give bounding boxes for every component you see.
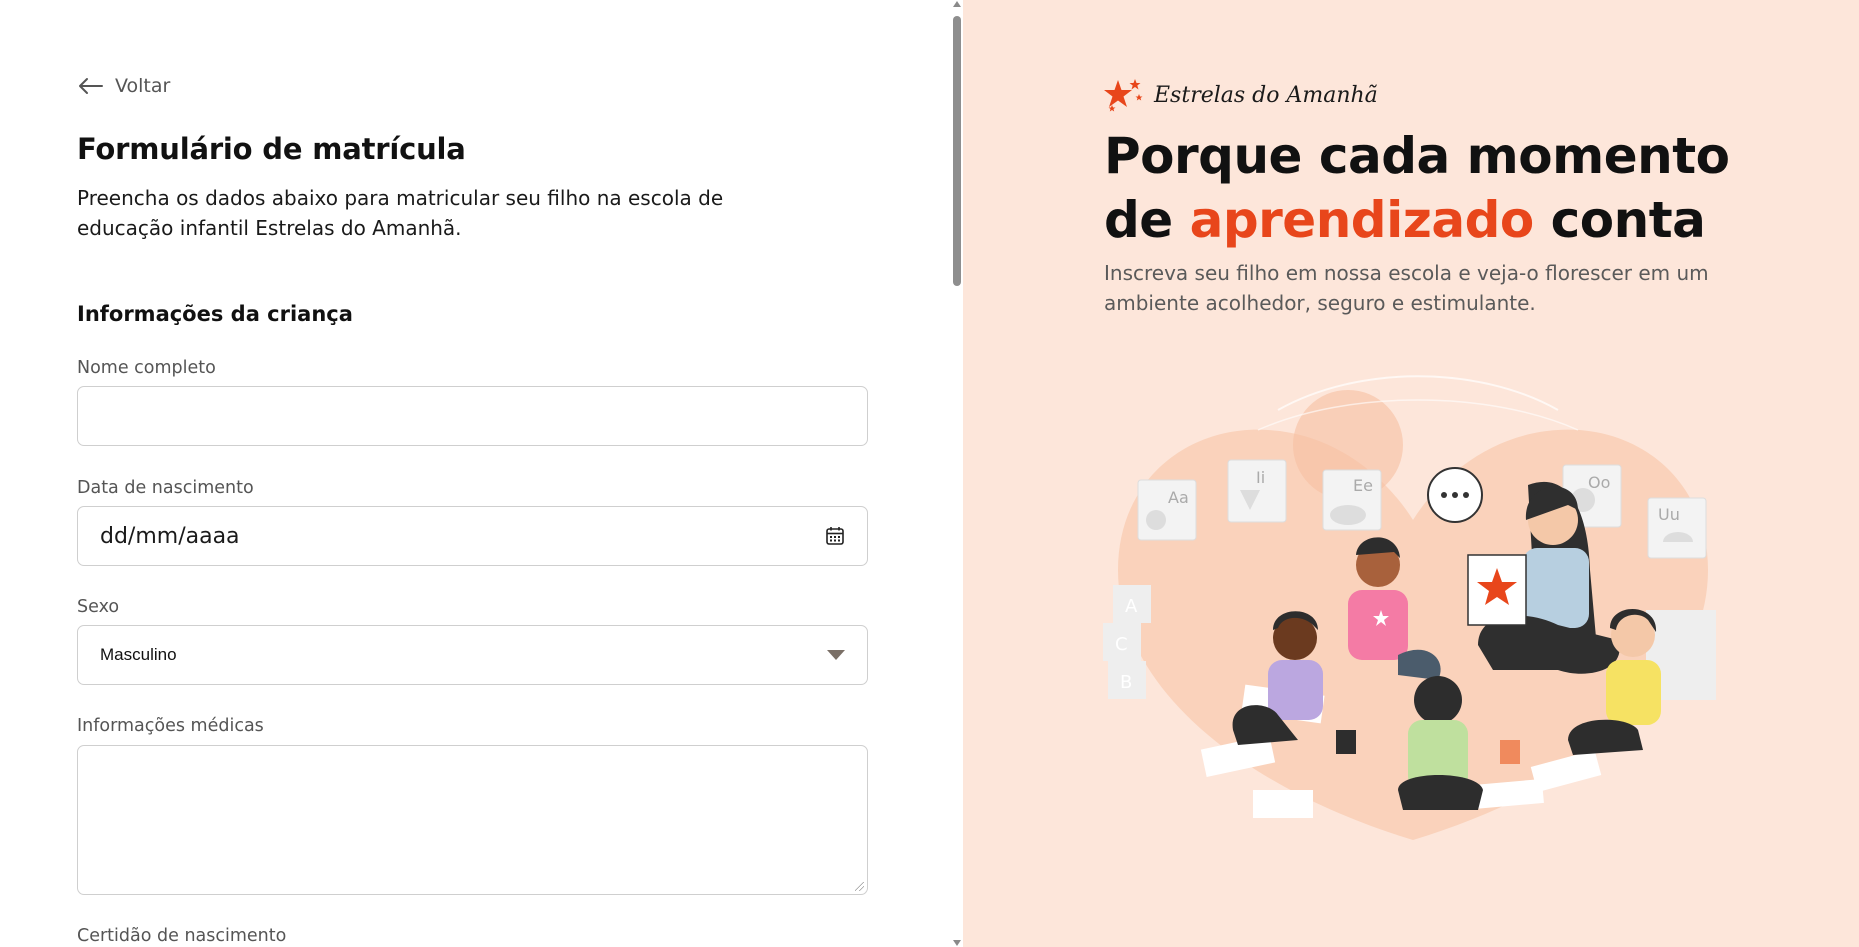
- calendar-icon[interactable]: [825, 526, 845, 546]
- chevron-down-icon: [827, 650, 845, 660]
- brand: Estrelas do Amanhã: [1104, 77, 1378, 113]
- medical-info-label: Informações médicas: [77, 716, 264, 736]
- back-link-label: Voltar: [115, 75, 171, 97]
- full-name-input[interactable]: [77, 386, 868, 446]
- classroom-illustration: Aa Ii Ee Oo Uu A C B: [1103, 375, 1716, 840]
- block-letter-a: A: [1125, 596, 1138, 617]
- section-title-child-info: Informações da criança: [77, 302, 353, 326]
- block-letter-b: B: [1120, 672, 1132, 693]
- enrollment-form-pane: Voltar Formulário de matrícula Preencha …: [0, 0, 951, 947]
- sex-select-value: Masculino: [100, 645, 177, 664]
- letter-card-ee: Ee: [1322, 469, 1382, 531]
- block-letter-c: C: [1115, 634, 1128, 655]
- letter-card-oo-text: Oo: [1588, 473, 1610, 492]
- full-name-label: Nome completo: [77, 358, 216, 378]
- hero-title-accent: aprendizado: [1189, 191, 1535, 249]
- letter-card-uu: Uu: [1647, 497, 1707, 559]
- sex-label: Sexo: [77, 597, 120, 617]
- letter-card-ee-text: Ee: [1353, 476, 1373, 495]
- hero-subtitle: Inscreva seu filho em nossa escola e vej…: [1104, 261, 1709, 315]
- scroll-down-icon[interactable]: [953, 940, 961, 946]
- brand-name: Estrelas do Amanhã: [1154, 82, 1378, 108]
- letter-card-aa-text: Aa: [1168, 488, 1189, 507]
- resize-handle-icon[interactable]: [855, 882, 864, 891]
- medical-info-textarea[interactable]: [77, 745, 868, 895]
- hero-title-part2: conta: [1533, 191, 1706, 249]
- stars-logo-icon: [1104, 79, 1143, 112]
- letter-card-aa: Aa: [1137, 479, 1197, 541]
- birth-date-input[interactable]: dd/mm/aaaa: [77, 506, 868, 566]
- letter-card-uu-text: Uu: [1658, 505, 1680, 524]
- form-description: Preencha os dados abaixo para matricular…: [77, 186, 724, 240]
- birth-date-placeholder: dd/mm/aaaa: [100, 523, 240, 549]
- sex-select[interactable]: Masculino: [77, 625, 868, 685]
- scrollbar[interactable]: [951, 0, 963, 947]
- birth-certificate-label: Certidão de nascimento: [77, 926, 287, 946]
- form-title: Formulário de matrícula: [77, 132, 466, 166]
- letter-card-ii-text: Ii: [1256, 468, 1265, 487]
- scroll-up-icon[interactable]: [953, 1, 961, 7]
- scrollbar-thumb[interactable]: [953, 16, 961, 286]
- birth-date-label: Data de nascimento: [77, 478, 254, 498]
- hero-title: Porque cada momento de aprendizado conta: [1104, 124, 1804, 252]
- hero-pane: Estrelas do Amanhã Porque cada momento d…: [963, 0, 1859, 947]
- arrow-left-icon: [79, 78, 103, 94]
- back-link[interactable]: Voltar: [77, 75, 170, 97]
- letter-card-ii: Ii: [1227, 459, 1287, 523]
